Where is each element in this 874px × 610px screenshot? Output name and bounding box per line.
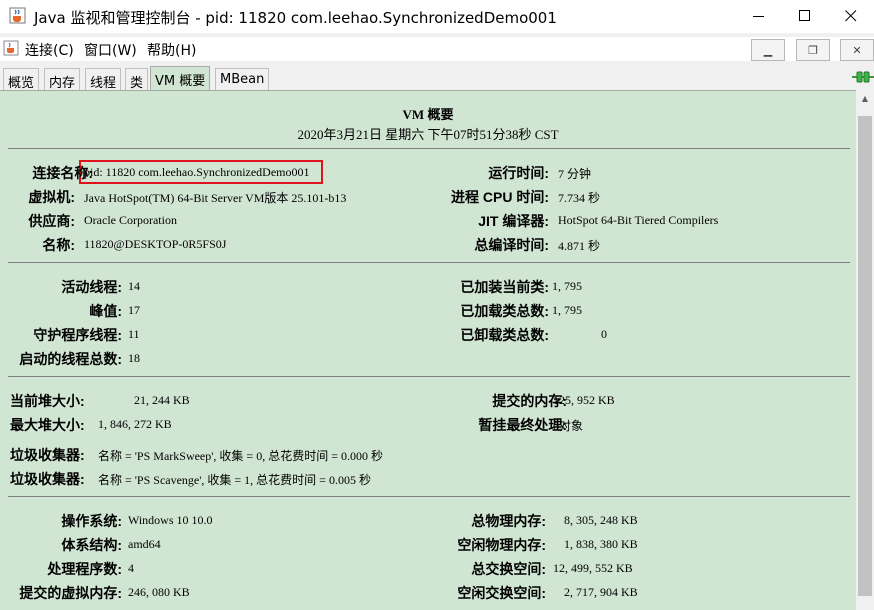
- arch-label: 体系结构:: [61, 537, 122, 553]
- scroll-up-arrow-icon[interactable]: ▲: [856, 90, 874, 107]
- tab-threads[interactable]: 线程: [85, 68, 122, 91]
- free-swap-space-label: 空闲交换空间:: [457, 585, 546, 601]
- window-title: Java 监视和管理控制台 - pid: 11820 com.leehao.Sy…: [34, 9, 557, 27]
- gc-value: 名称 = 'PS Scavenge', 收集 = 1, 总花费时间 = 0.00…: [98, 473, 371, 487]
- summary-title: VM 概要: [402, 107, 454, 122]
- cpu-time-value: 7.734 秒: [558, 191, 601, 205]
- jvm-label: 虚拟机:: [28, 189, 75, 205]
- committed-memory-value: 125, 952 KB: [553, 393, 615, 407]
- compile-time-value: 4.871 秒: [558, 239, 601, 253]
- swap-space-label: 总交换空间:: [471, 561, 546, 577]
- free-physical-memory-value: 1, 838, 380 KB: [564, 537, 638, 551]
- vendor-value: Oracle Corporation: [84, 213, 177, 227]
- minimize-button[interactable]: [736, 0, 782, 32]
- cpu-time-label: 进程 CPU 时间:: [451, 189, 549, 205]
- name-label: 名称:: [42, 237, 75, 253]
- os-value: Windows 10 10.0: [128, 513, 213, 527]
- vendor-label: 供应商:: [28, 213, 75, 229]
- tab-mbean[interactable]: MBean: [215, 68, 270, 90]
- uptime-label: 运行时间:: [488, 165, 549, 181]
- internal-restore-button[interactable]: ❐: [796, 39, 830, 61]
- connection-plug-icon: [852, 71, 874, 83]
- live-threads-value: 14: [128, 279, 140, 293]
- divider: [8, 496, 850, 497]
- scrollbar-thumb[interactable]: [858, 116, 872, 596]
- pending-finalization-value: 0对象: [553, 419, 584, 433]
- virtual-memory-value: 246, 080 KB: [128, 585, 190, 599]
- restore-icon: ❐: [808, 43, 818, 57]
- unloaded-classes-value: 0: [601, 327, 607, 341]
- virtual-memory-label: 提交的虚拟内存:: [19, 585, 122, 601]
- loaded-classes-label: 已加装当前类:: [460, 279, 549, 295]
- maximize-button[interactable]: [782, 0, 828, 32]
- loaded-classes-value: 1, 795: [552, 279, 582, 293]
- title-bar: Java 监视和管理控制台 - pid: 11820 com.leehao.Sy…: [0, 0, 874, 33]
- divider: [8, 148, 850, 149]
- name-value: 11820@DESKTOP-0R5FS0J: [84, 237, 227, 251]
- tab-memory[interactable]: 内存: [44, 68, 81, 91]
- menu-help[interactable]: 帮助(H): [147, 40, 196, 60]
- free-swap-space-value: 2, 717, 904 KB: [564, 585, 638, 599]
- heap-size-value: 21, 244 KB: [134, 393, 190, 407]
- started-threads-value: 18: [128, 351, 140, 365]
- close-icon: [845, 10, 857, 22]
- summary-timestamp: 2020年3月21日 星期六 下午07时51分38秒 CST: [297, 127, 559, 142]
- heap-size-label: 当前堆大小:: [10, 393, 85, 409]
- arch-value: amd64: [128, 537, 161, 551]
- menu-connect[interactable]: 连接(C): [25, 40, 74, 60]
- os-label: 操作系统:: [61, 513, 122, 529]
- close-button[interactable]: [828, 0, 874, 32]
- maximize-icon: [799, 10, 810, 21]
- physical-memory-label: 总物理内存:: [471, 513, 546, 529]
- tab-vm-summary[interactable]: VM 概要: [150, 66, 211, 91]
- gc-label: 垃圾收集器:: [10, 447, 85, 463]
- total-loaded-label: 已加载类总数:: [460, 303, 549, 319]
- total-loaded-value: 1, 795: [552, 303, 582, 317]
- minimize-icon: ▁: [763, 43, 773, 57]
- java-cup-icon: [3, 40, 19, 56]
- daemon-threads-value: 11: [128, 327, 140, 341]
- vm-summary-panel: VM 概要 2020年3月21日 星期六 下午07时51分38秒 CST 连接名…: [0, 90, 874, 610]
- jvm-value: Java HotSpot(TM) 64-Bit Server VM版本 25.1…: [84, 191, 347, 205]
- jconsole-window: Java 监视和管理控制台 - pid: 11820 com.leehao.Sy…: [0, 0, 874, 610]
- jit-value: HotSpot 64-Bit Tiered Compilers: [558, 213, 719, 227]
- divider: [8, 376, 850, 377]
- divider: [8, 262, 850, 263]
- internal-minimize-button[interactable]: ▁: [751, 39, 785, 61]
- connection-value: pid: 11820 com.leehao.SynchronizedDemo00…: [84, 165, 310, 179]
- jit-label: JIT 编译器:: [478, 213, 549, 229]
- free-physical-memory-label: 空闲物理内存:: [457, 537, 546, 553]
- gc-value: 名称 = 'PS MarkSweep', 收集 = 0, 总花费时间 = 0.0…: [98, 449, 383, 463]
- compile-time-label: 总编译时间:: [474, 237, 549, 253]
- menu-window[interactable]: 窗口(W): [84, 40, 137, 60]
- swap-space-value: 12, 499, 552 KB: [553, 561, 633, 575]
- max-heap-value: 1, 846, 272 KB: [98, 417, 172, 431]
- tab-overview[interactable]: 概览: [3, 68, 40, 91]
- tab-bar: 概览 内存 线程 类 VM 概要 MBean: [0, 65, 874, 91]
- peak-threads-label: 峰值:: [89, 303, 122, 319]
- peak-threads-value: 17: [128, 303, 140, 317]
- java-cup-icon: [9, 7, 26, 24]
- unloaded-classes-label: 已卸载类总数:: [460, 327, 549, 343]
- internal-close-button[interactable]: ✕: [840, 39, 874, 61]
- minimize-icon: [753, 16, 764, 17]
- tab-classes[interactable]: 类: [125, 68, 149, 91]
- daemon-threads-label: 守护程序线程:: [33, 327, 122, 343]
- live-threads-label: 活动线程:: [61, 279, 122, 295]
- processors-value: 4: [128, 561, 134, 575]
- processors-label: 处理程序数:: [47, 561, 122, 577]
- menu-bar: 连接(C) 窗口(W) 帮助(H) ▁ ❐ ✕: [0, 37, 874, 61]
- max-heap-label: 最大堆大小:: [10, 417, 85, 433]
- close-icon: ✕: [852, 43, 862, 57]
- uptime-value: 7 分钟: [558, 167, 592, 181]
- gc-label: 垃圾收集器:: [10, 471, 85, 487]
- vertical-scrollbar[interactable]: ▲: [856, 90, 874, 610]
- started-threads-label: 启动的线程总数:: [19, 351, 122, 367]
- physical-memory-value: 8, 305, 248 KB: [564, 513, 638, 527]
